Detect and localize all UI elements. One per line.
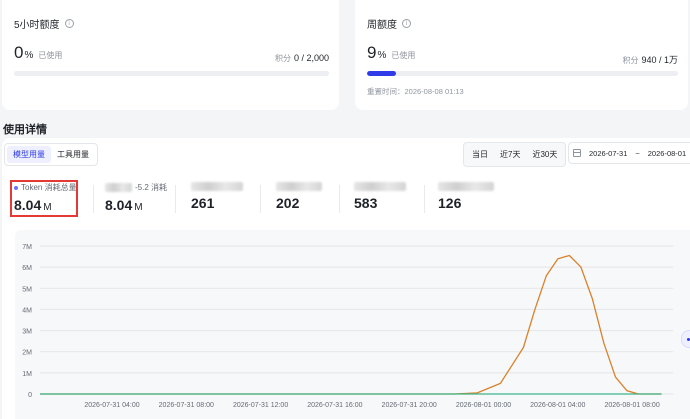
stat-item-3: 261	[191, 182, 243, 218]
y-tick-label: 4M	[22, 307, 32, 314]
x-tick-label: 2026-08-01 00:00	[456, 402, 511, 409]
quota-5h-percent: 0 % 已使用	[14, 43, 62, 63]
usage-tabs: 模型用量 工具用量	[4, 143, 98, 166]
quota-5h-used-label: 已使用	[38, 51, 63, 60]
y-tick-label: 1M	[22, 371, 32, 378]
x-tick-label: 2026-07-31 16:00	[307, 402, 362, 409]
divider	[339, 185, 340, 213]
stat-label	[354, 182, 406, 191]
x-tick-label: 2026-07-31 08:00	[159, 402, 214, 409]
x-tick-label: 2026-07-31 04:00	[84, 402, 139, 409]
quota-card-week: 周额度 i 9 % 已使用 积分 940 / 1万 重置时间：2026-08-08…	[355, 0, 688, 110]
stat-value: 8.04 M	[105, 197, 167, 213]
tab-model-usage[interactable]: 模型用量	[7, 146, 51, 163]
date-separator: ~	[635, 148, 640, 158]
y-tick-label: 6M	[22, 265, 32, 272]
stat-value: 261	[191, 195, 215, 211]
stat-label	[276, 182, 322, 191]
date-end: 2026-08-01	[647, 148, 687, 158]
divider	[93, 185, 94, 213]
usage-line-chart: 7M 6M 5M 4M 3M 2M 1M 0 2026-07-31 04:00 2026-07-3…	[22, 244, 673, 409]
stat-value-number: 8.04	[105, 197, 133, 213]
range-30days-button[interactable]: 近30天	[526, 145, 563, 164]
range-selector: 当日 近7天 近30天	[463, 142, 567, 167]
quota-5h-title-text: 5小时额度	[14, 20, 60, 31]
stat-value-unit: M	[134, 202, 143, 213]
y-tick-label: 2M	[22, 350, 32, 357]
range-7days-button[interactable]: 近7天	[494, 145, 526, 164]
date-start: 2026-07-31	[589, 148, 628, 158]
redacted-text	[276, 182, 322, 191]
y-tick-label: 3M	[22, 329, 32, 336]
quota-5h-progress-bar	[14, 71, 329, 76]
quota-5h-percent-value: 0	[14, 43, 24, 62]
quota-5h-points-label: 积分	[274, 54, 291, 63]
quota-card-5h: 5小时额度 i 0 % 已使用 积分 0 / 2,000	[2, 0, 339, 110]
range-today-button[interactable]: 当日	[466, 145, 494, 164]
side-drawer-handle[interactable]	[681, 330, 690, 348]
x-tick-label: 2026-08-01 08:00	[604, 402, 659, 409]
usage-chart-panel: 7M 6M 5M 4M 3M 2M 1M 0 2026-07-31 04:00 2026-07-3…	[15, 230, 690, 419]
stat-label	[191, 182, 243, 191]
quota-5h-points-value: 0 / 2,000	[293, 53, 329, 63]
quota-5h-title: 5小时额度 i	[14, 16, 74, 31]
quota-week-title: 周额度 i	[367, 16, 411, 31]
divider	[175, 185, 176, 213]
quota-week-points: 积分 940 / 1万	[622, 53, 678, 66]
redacted-text	[354, 182, 406, 191]
y-tick-label: 5M	[22, 286, 32, 293]
redacted-text	[438, 182, 494, 191]
quota-week-percent: 9 % 已使用	[367, 43, 415, 63]
stat-label-text: -5.2 消耗	[135, 183, 168, 192]
quota-week-points-value: 940 / 1万	[641, 55, 678, 65]
quota-week-progress-fill	[367, 71, 397, 76]
calendar-icon	[573, 149, 581, 157]
y-tick-label: 0	[28, 392, 32, 399]
stat-model-usage: -5.2 消耗 8.04 M	[105, 182, 167, 218]
date-range-picker[interactable]: 2026-07-31 ~ 2026-08-01	[568, 142, 690, 164]
stat-value: 583	[354, 195, 378, 211]
redacted-text	[191, 182, 243, 191]
stat-label	[438, 182, 494, 191]
y-tick-label: 7M	[22, 244, 32, 251]
x-tick-label: 2026-08-01 04:00	[530, 402, 585, 409]
stat-value: 202	[276, 195, 300, 211]
usage-section-title: 使用详情	[3, 124, 47, 136]
quota-week-points-label: 积分	[622, 56, 639, 65]
highlight-box	[10, 180, 78, 217]
quota-week-progress-bar	[367, 71, 678, 76]
x-tick-label: 2026-07-31 12:00	[233, 402, 288, 409]
redacted-text	[105, 183, 132, 192]
stat-label: -5.2 消耗	[105, 182, 167, 193]
stat-item-4: 202	[276, 182, 322, 218]
stat-item-6: 126	[438, 182, 494, 218]
quota-week-title-text: 周额度	[367, 20, 397, 31]
quota-5h-points: 积分 0 / 2,000	[275, 53, 329, 64]
divider	[260, 185, 261, 213]
quota-week-used-label: 已使用	[391, 51, 416, 60]
x-tick-label: 2026-07-31 20:00	[382, 402, 437, 409]
stat-value: 126	[438, 195, 462, 211]
divider	[424, 185, 425, 213]
stat-item-5: 583	[354, 182, 406, 218]
tab-tool-usage[interactable]: 工具用量	[51, 146, 95, 163]
quota-week-reset-time: 重置时间：2026-08-08 01:13	[367, 87, 464, 96]
info-icon[interactable]: i	[402, 19, 411, 28]
quota-week-percent-value: 9	[367, 43, 377, 62]
quota-week-percent-unit: %	[377, 50, 387, 61]
info-icon[interactable]: i	[64, 19, 74, 28]
quota-5h-percent-unit: %	[24, 50, 34, 61]
